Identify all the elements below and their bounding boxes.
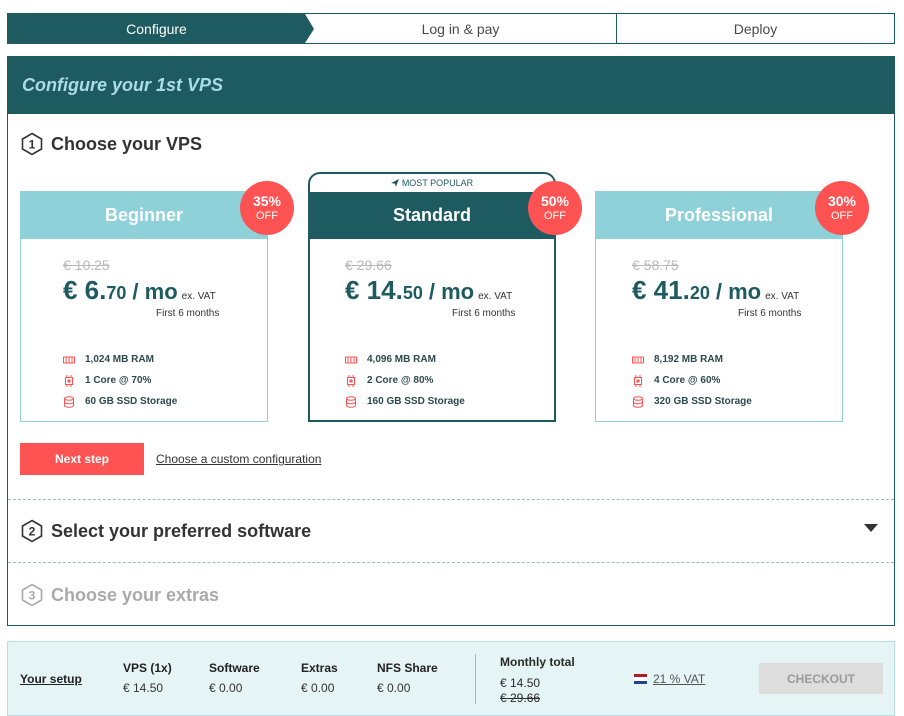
chevron-down-icon[interactable]: [864, 524, 878, 532]
step-login-pay[interactable]: Log in & pay: [305, 14, 617, 43]
next-step-button[interactable]: Next step: [20, 443, 144, 475]
checkout-steps: Configure Log in & pay Deploy: [7, 13, 895, 44]
summary-vps: VPS (1x) € 14.50: [123, 661, 172, 695]
plan-specs: 1,024 MB RAM 1 Core @ 70% 60 GB SSD Stor…: [63, 349, 267, 412]
step-configure[interactable]: Configure: [8, 14, 314, 43]
database-icon: [346, 395, 356, 408]
memory-icon: [345, 356, 357, 363]
plan-card-standard[interactable]: MOST POPULAR Standard € 29.66 € 14. 50 / …: [308, 172, 556, 422]
summary-extras: Extras € 0.00: [301, 661, 338, 695]
summary-software: Software € 0.00: [209, 661, 260, 695]
vat-selector[interactable]: 21 % VAT: [634, 672, 705, 686]
your-setup-link[interactable]: Your setup: [20, 672, 82, 686]
database-icon: [64, 395, 74, 408]
plan-specs: 4,096 MB RAM 2 Core @ 80% 160 GB SSD Sto…: [345, 349, 554, 412]
checkout-button[interactable]: CHECKOUT: [759, 663, 883, 694]
plan-name: Standard: [310, 192, 554, 239]
svg-text:1: 1: [29, 138, 36, 152]
section-divider: [8, 562, 894, 563]
cpu-icon: [634, 374, 642, 387]
most-popular-tag: MOST POPULAR: [310, 174, 554, 192]
netherlands-flag-icon: [634, 674, 647, 684]
plan-name: Beginner: [21, 192, 267, 239]
current-price: € 41. 20 / mo ex. VAT: [632, 275, 800, 305]
plan-card-beginner[interactable]: Beginner € 10.25 € 6. 70 / mo ex. VAT Fir…: [20, 191, 268, 422]
discount-badge-beginner: 35% OFF: [240, 181, 294, 235]
old-price: € 10.25: [63, 257, 110, 273]
old-price: € 29.66: [345, 257, 392, 273]
section-title-text: Choose your VPS: [51, 133, 203, 154]
panel-title: Configure your 1st VPS: [22, 75, 224, 95]
step-deploy[interactable]: Deploy: [617, 14, 894, 43]
section-choose-vps-title: 1 Choose your VPS: [20, 132, 202, 156]
discount-badge-standard: 50% OFF: [528, 181, 582, 235]
svg-text:2: 2: [29, 525, 36, 539]
section-title-text: Select your preferred software: [51, 520, 312, 541]
step-number-hexagon-icon: 3: [21, 583, 43, 607]
database-icon: [633, 395, 643, 408]
summary-nfs-share: NFS Share € 0.00: [377, 661, 438, 695]
section-divider: [8, 499, 894, 500]
svg-text:3: 3: [29, 589, 36, 603]
spec-cpu: 4 Core @ 60%: [632, 370, 842, 391]
step-number-hexagon-icon: 2: [21, 519, 43, 543]
old-price: € 58.75: [632, 257, 679, 273]
memory-icon: [632, 356, 644, 363]
custom-configuration-link[interactable]: Choose a custom configuration: [156, 452, 321, 466]
spec-storage: 160 GB SSD Storage: [345, 391, 554, 412]
current-price: € 6. 70 / mo ex. VAT: [63, 275, 216, 305]
spec-storage: 320 GB SSD Storage: [632, 391, 842, 412]
plan-specs: 8,192 MB RAM 4 Core @ 60% 320 GB SSD Sto…: [632, 349, 842, 412]
monthly-total: Monthly total € 14.50 € 29.66: [500, 655, 575, 705]
spec-ram: 4,096 MB RAM: [345, 349, 554, 370]
current-price: € 14. 50 / mo ex. VAT: [345, 275, 513, 305]
price-period: First 6 months: [738, 308, 802, 319]
spec-ram: 1,024 MB RAM: [63, 349, 267, 370]
memory-icon: [63, 356, 75, 363]
cpu-icon: [347, 374, 355, 387]
spec-ram: 8,192 MB RAM: [632, 349, 842, 370]
section-extras-title: 3 Choose your extras: [20, 583, 219, 607]
panel-header: Configure your 1st VPS: [8, 57, 894, 114]
step-number-hexagon-icon: 1: [21, 132, 43, 156]
footer-divider: [475, 654, 476, 704]
section-software-title[interactable]: 2 Select your preferred software: [20, 519, 311, 543]
plan-card-professional[interactable]: Professional € 58.75 € 41. 20 / mo ex. VA…: [595, 191, 843, 422]
discount-badge-professional: 30% OFF: [815, 181, 869, 235]
spec-cpu: 2 Core @ 80%: [345, 370, 554, 391]
configure-panel: Configure your 1st VPS 1 Choose your VPS…: [7, 56, 895, 626]
price-period: First 6 months: [452, 308, 516, 319]
price-period: First 6 months: [156, 308, 220, 319]
spec-cpu: 1 Core @ 70%: [63, 370, 267, 391]
spec-storage: 60 GB SSD Storage: [63, 391, 267, 412]
cpu-icon: [65, 374, 73, 387]
setup-summary-bar: Your setup VPS (1x) € 14.50 Software € 0…: [7, 641, 895, 716]
send-icon: [390, 179, 399, 187]
plan-name: Professional: [596, 192, 842, 239]
section-title-text: Choose your extras: [51, 584, 220, 605]
